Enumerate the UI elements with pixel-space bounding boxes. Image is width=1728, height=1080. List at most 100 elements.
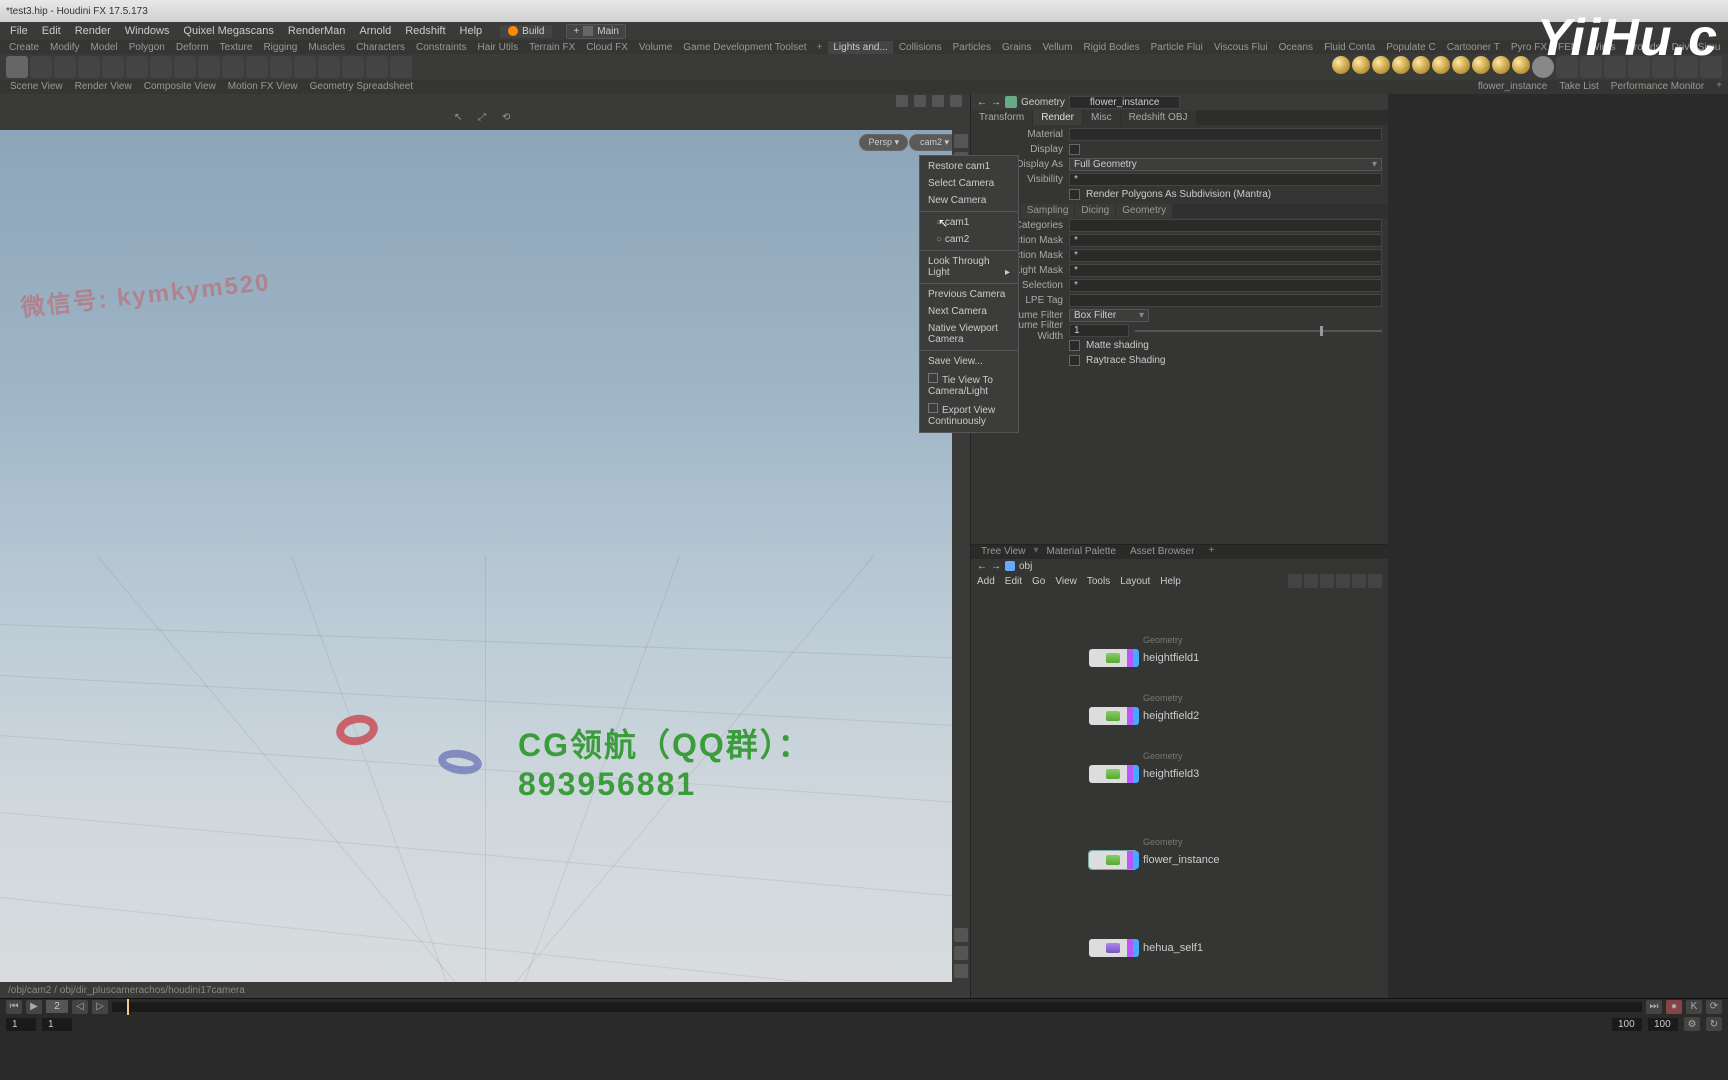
dd-cam2[interactable]: ○ cam2 — [920, 231, 1018, 248]
shelf-tab[interactable]: Rigid Bodies — [1078, 41, 1144, 54]
net-menu-tools[interactable]: Tools — [1087, 576, 1110, 587]
vp-disp-icon[interactable] — [954, 964, 968, 978]
tool-box[interactable] — [6, 56, 28, 78]
torus-object-2[interactable] — [437, 747, 484, 777]
shelf-tab[interactable]: Cloud FX — [581, 41, 633, 54]
menu-renderman[interactable]: RenderMan — [282, 23, 351, 39]
net-tab-assetbrowser[interactable]: Asset Browser — [1124, 545, 1200, 559]
node-flower-instance[interactable]: Geometry flower_instance — [1089, 851, 1219, 869]
torus-object-1[interactable] — [334, 712, 381, 749]
tool-cone[interactable] — [246, 56, 268, 78]
shelf-tab[interactable]: Model — [85, 41, 122, 54]
vp-disp-icon[interactable] — [954, 134, 968, 148]
vp-snapshot-icon[interactable] — [950, 95, 962, 107]
dd-restore-cam[interactable]: Restore cam1 — [920, 158, 1018, 175]
sky-light-icon[interactable] — [1452, 56, 1470, 74]
build-button[interactable]: Build — [500, 25, 552, 38]
tool-metaball[interactable] — [318, 56, 340, 78]
shelf-tab[interactable]: Volume — [634, 41, 677, 54]
tool-grid[interactable] — [102, 56, 124, 78]
dd-next-camera[interactable]: Next Camera — [920, 303, 1018, 320]
vp-pin-icon[interactable] — [896, 95, 908, 107]
last-frame-btn[interactable]: ⏭ — [1646, 1000, 1662, 1014]
net-layout-icon[interactable] — [1320, 574, 1334, 588]
frame-end[interactable]: 100 — [1648, 1018, 1678, 1031]
gi-light-icon[interactable] — [1492, 56, 1510, 74]
refract-mask-field[interactable]: * — [1069, 249, 1382, 262]
reflect-mask-field[interactable]: * — [1069, 234, 1382, 247]
back-icon[interactable]: ← — [977, 97, 987, 108]
caustic-light-icon[interactable] — [1512, 56, 1530, 74]
point-light-icon[interactable] — [1332, 56, 1350, 74]
shelf-tab[interactable]: Terrain FX — [524, 41, 580, 54]
shelf-tab[interactable]: Hair Utils — [473, 41, 524, 54]
shelf-tab[interactable]: Grains — [997, 41, 1036, 54]
shelf-tab[interactable]: Oceans — [1274, 41, 1318, 54]
net-tab-matpalette[interactable]: Material Palette — [1041, 545, 1122, 559]
menu-render[interactable]: Render — [69, 23, 117, 39]
net-menu-edit[interactable]: Edit — [1005, 576, 1022, 587]
pane-tab-renderview[interactable]: Render View — [71, 80, 136, 94]
shelf-tab[interactable]: Modify — [45, 41, 84, 54]
shelf-tab[interactable]: Constraints — [411, 41, 472, 54]
dd-prev-camera[interactable]: Previous Camera — [920, 286, 1018, 303]
range-start[interactable]: 1 — [42, 1018, 72, 1031]
tool-path[interactable] — [222, 56, 244, 78]
vp-disp-icon[interactable] — [954, 946, 968, 960]
frame-start[interactable]: 1 — [6, 1018, 36, 1031]
pane-tab-takelist[interactable]: Take List — [1555, 80, 1602, 94]
tab-render[interactable]: Render — [1033, 110, 1082, 125]
node-heightfield2[interactable]: Geometry heightfield2 — [1089, 707, 1199, 725]
tool-line[interactable] — [150, 56, 172, 78]
global-anim-btn[interactable]: ⚙ — [1684, 1017, 1700, 1031]
pane-tab-perfmon[interactable]: Performance Monitor — [1607, 80, 1708, 94]
tool-spray[interactable] — [366, 56, 388, 78]
scale-tool-icon[interactable]: ⤢ — [478, 112, 492, 126]
shelf-tab[interactable]: Game Development Toolset — [678, 41, 811, 54]
tool-file[interactable] — [390, 56, 412, 78]
menu-file[interactable]: File — [4, 23, 34, 39]
pane-tab-sceneview[interactable]: Scene View — [6, 80, 67, 94]
geo-light-icon[interactable] — [1392, 56, 1410, 74]
shelf-tab[interactable]: Fluid Conta — [1319, 41, 1380, 54]
volume-width-slider[interactable] — [1135, 330, 1382, 332]
net-layout-icon[interactable] — [1336, 574, 1350, 588]
net-layout-icon[interactable] — [1288, 574, 1302, 588]
rotate-tool-icon[interactable]: ⟲ — [502, 112, 516, 126]
raytrace-checkbox[interactable] — [1069, 355, 1080, 366]
menu-windows[interactable]: Windows — [119, 23, 176, 39]
shelf-tab[interactable]: Muscles — [303, 41, 350, 54]
shelf-tab[interactable]: Characters — [351, 41, 410, 54]
forward-icon[interactable]: → — [991, 561, 1001, 572]
tool-tube[interactable] — [54, 56, 76, 78]
dd-tie-view[interactable]: Tie View To Camera/Light — [920, 370, 1018, 400]
prev-key-btn[interactable]: ◁ — [72, 1000, 88, 1014]
shelf-tab[interactable]: Texture — [215, 41, 258, 54]
auto-key-btn[interactable]: ● — [1666, 1000, 1682, 1014]
tool-platonic[interactable] — [342, 56, 364, 78]
visibility-field[interactable]: * — [1069, 173, 1382, 186]
tool-sphere[interactable] — [30, 56, 52, 78]
vp-lock-icon[interactable] — [932, 95, 944, 107]
area-light-icon[interactable] — [1372, 56, 1390, 74]
vp-link-icon[interactable] — [914, 95, 926, 107]
plus-icon[interactable]: + — [1208, 545, 1214, 559]
light-mask-field[interactable]: * — [1069, 264, 1382, 277]
portal-light-icon[interactable] — [1472, 56, 1490, 74]
selection-field[interactable]: * — [1069, 279, 1382, 292]
distant-light-icon[interactable] — [1412, 56, 1430, 74]
shelf-tab[interactable]: Polygon — [124, 41, 170, 54]
volume-filter-dropdown[interactable]: Box Filter — [1069, 309, 1149, 322]
render-tab-dicing[interactable]: Dicing — [1075, 204, 1115, 218]
tab-transform[interactable]: Transform — [971, 110, 1032, 125]
pane-tab-flower[interactable]: flower_instance — [1474, 80, 1551, 94]
node-name-label[interactable]: flower_instance — [1069, 96, 1180, 109]
net-layout-icon[interactable] — [1352, 574, 1366, 588]
net-tab-treeview[interactable]: Tree View — [975, 545, 1031, 559]
playhead[interactable] — [127, 999, 129, 1015]
pane-tab-motionfx[interactable]: Motion FX View — [224, 80, 302, 94]
dd-look-through-light[interactable]: Look Through Light▸ — [920, 253, 1018, 281]
range-end[interactable]: 100 — [1612, 1018, 1642, 1031]
spot-light-icon[interactable] — [1352, 56, 1370, 74]
shelf-tab[interactable]: Rigging — [258, 41, 302, 54]
